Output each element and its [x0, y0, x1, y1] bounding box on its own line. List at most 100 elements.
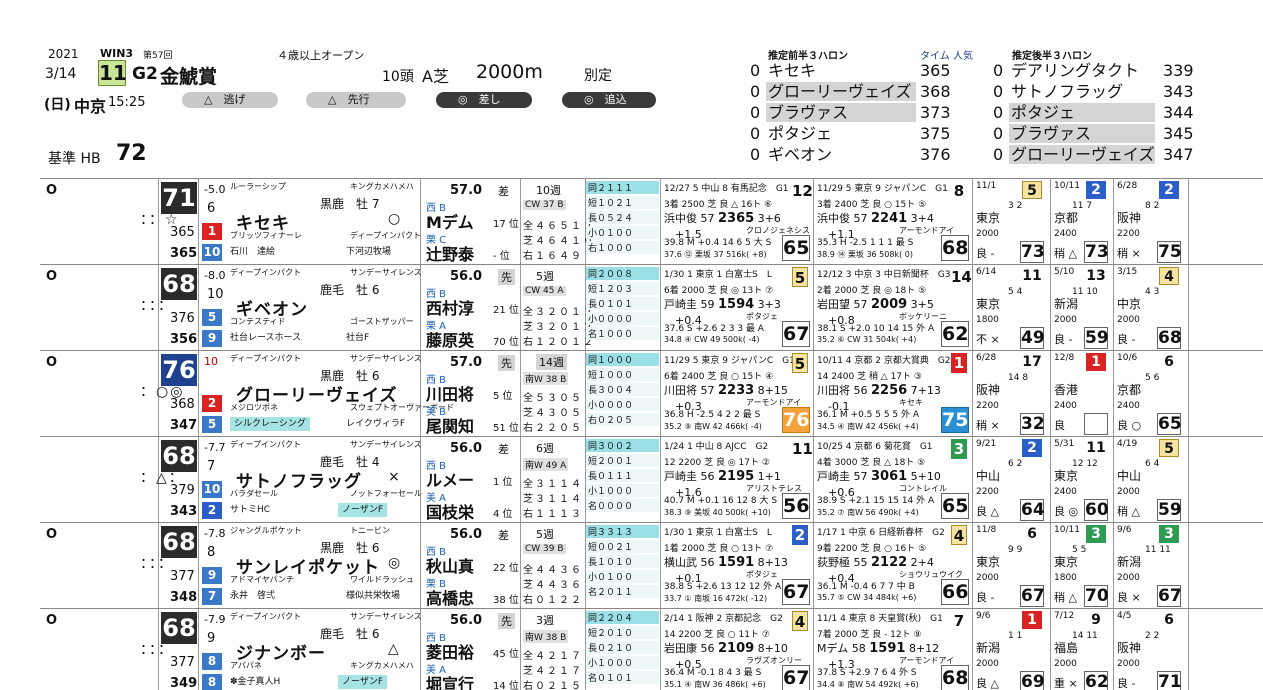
- back-3f-time: 347: [170, 418, 198, 433]
- past-race-pace: 35.3 H -2.5 1 1 1 最 S: [817, 238, 914, 248]
- coat-sex-age: 鹿毛 牡 6: [320, 627, 380, 641]
- workout-course: 南W 49 A: [523, 458, 569, 471]
- column-divider: [972, 351, 973, 437]
- column-divider: [813, 351, 814, 437]
- older-race-going: 良 △: [976, 677, 999, 690]
- older-race-positions: 5 4: [1008, 287, 1023, 297]
- column-divider: [198, 437, 199, 523]
- older-race-finish: 1: [1022, 611, 1042, 629]
- past-race-block: 2/14 1 阪神 2 京都記念 G2 4 14 2200 芝 良 ○ 11ト ⑦岩…: [662, 609, 812, 690]
- sire-name: ディープインパクト: [230, 268, 301, 277]
- older-race-finish: 13: [1086, 268, 1106, 284]
- condition-record-grid: 同２１１１ 短１０２１ 長０５２４ 小０１００ 右１０００: [586, 181, 659, 256]
- past-race-pace: 39.8 M +0.4 14 6 5 大 S: [664, 238, 772, 248]
- pace-front-zero: 0: [750, 145, 761, 164]
- column-divider: [520, 523, 521, 609]
- column-divider: [813, 179, 814, 265]
- horse-row: O ：：☆ 71 -5.0 6 365 365 1 10 ルーラーシップ キングカメハメハ 黒鹿 牡 …: [40, 178, 1263, 265]
- older-race-block: 9/6 3 11 11 新潟 2000 良 × 67: [1115, 523, 1185, 609]
- past-race-pace: 37.8 S +2.9 7 6 4 外 S: [817, 668, 917, 678]
- rating-delta: 10: [204, 355, 218, 368]
- dam-sire-name: ワイルドラッシュ: [350, 575, 414, 584]
- breeder-name: ノーザンF: [338, 675, 387, 689]
- column-divider: [1113, 523, 1114, 609]
- pace-front-time: 373: [920, 103, 951, 122]
- older-race-finish: 2: [1086, 181, 1106, 199]
- dam-sire-name: ノットフォーセール: [350, 489, 422, 498]
- older-race-going: 良 ×: [1117, 591, 1141, 604]
- older-race-going: 不 ×: [976, 333, 1000, 346]
- past-race-figure: 75: [941, 407, 969, 433]
- pace-front-horse-name: キセキ: [768, 61, 817, 80]
- race-header: 2021 3/14 WIN3 第57回 11 G2 金鯱賞 (日) 中京 15:…: [0, 0, 1263, 178]
- post-time: 15:25: [108, 95, 146, 110]
- older-race-block: 10/11 3 5 5 東京 1800 稍 △ 70: [1052, 523, 1112, 609]
- older-race-distance: 2000: [1054, 659, 1077, 669]
- front-3f-time: 377: [170, 569, 195, 584]
- carried-weight: 57.0: [450, 183, 483, 198]
- older-race-date: 7/12: [1054, 611, 1075, 621]
- weeks-since-last: 5週: [536, 528, 554, 541]
- older-race-going: 良 -: [1117, 677, 1136, 690]
- rating-delta: -5.0: [204, 183, 226, 196]
- pace-front-row: 0 キセキ 365: [750, 61, 960, 81]
- condition-record: 長０２１０: [586, 641, 659, 654]
- sire-name: ディープインパクト: [230, 612, 301, 621]
- past-race-finish: 4: [951, 525, 967, 545]
- condition-record-grid: 同２００８ 短１２０３ 長０１０１ 小００００ 名１０００: [586, 267, 659, 342]
- condition-record: 小０１００: [586, 570, 659, 583]
- past-race-workout: 34.8 ④ CW 49 500k( -4): [664, 335, 760, 344]
- column-divider: [420, 179, 421, 265]
- past-race-figure: 67: [782, 321, 810, 347]
- race-name: 金鯱賞: [160, 66, 218, 88]
- older-race-finish: 9: [1091, 612, 1101, 628]
- column-divider: [520, 265, 521, 351]
- pace-front-horse-name: ブラヴァス: [766, 103, 916, 122]
- jockey-name: 秋山真: [426, 557, 475, 576]
- past-race-conditions: 3着 2500 芝 良 △ 16ト ⑥: [664, 200, 773, 210]
- condition-record: 同３００２: [586, 439, 659, 452]
- column-divider: [972, 437, 973, 523]
- horse-row: O ：○◎ 76 10 368 347 2 5 ディープインパクト サンデーサイレンス 黒鹿 牡 6…: [40, 350, 1263, 437]
- older-race-going: 重 ×: [1054, 677, 1078, 690]
- past-race-figure: 65: [941, 493, 969, 519]
- breeder-name: 下河辺牧場: [346, 247, 392, 257]
- jockey-rank: 22 位: [493, 563, 519, 574]
- speed-rating: 68: [161, 612, 197, 644]
- older-race-going: 稍 △: [1054, 591, 1077, 604]
- condition-record: 短１０００: [586, 368, 659, 381]
- owner-name: 社台レースホース: [230, 333, 302, 343]
- pace-pill-sashi: ◎ 差し: [436, 92, 532, 108]
- pace-front-horse-name: グローリーヴェイズ: [766, 82, 916, 101]
- older-race-block: 9/6 1 1 1 新潟 2000 良 △ 69: [974, 609, 1048, 690]
- past-race-conditions: 7着 2000 芝 良 - 12ト ⑨: [817, 630, 922, 640]
- horse-symbol: ◎: [388, 555, 401, 571]
- rating-delta: -8.0: [204, 269, 226, 282]
- past-race-pace: 38.8 S +2.6 13 12 12 外 A: [664, 582, 782, 592]
- condition-record: 同２１１１: [586, 181, 659, 194]
- condition-record: 名２０１１: [586, 585, 659, 598]
- older-race-finish: 3: [1159, 525, 1179, 543]
- past-race-figure: 68: [941, 665, 969, 690]
- race-year: 2021: [48, 47, 79, 61]
- older-race-date: 6/14: [976, 267, 997, 277]
- column-divider: [520, 609, 521, 690]
- older-race-block: 10/11 2 11 7 京都 2400 稍 △ 73: [1052, 179, 1112, 265]
- older-race-positions: 5 6: [1145, 373, 1160, 383]
- race-day: (日): [44, 97, 71, 113]
- prediction-mark: O: [46, 355, 58, 370]
- older-race-venue: 阪神: [1117, 641, 1142, 655]
- prediction-mark: O: [46, 613, 58, 628]
- column-divider: [1050, 265, 1051, 351]
- record-line: 右１２０１２: [523, 337, 595, 348]
- front-3f-rank-badge: 5: [202, 309, 222, 326]
- pace-front-zero: 0: [750, 103, 761, 122]
- dam-name: バラダセール: [230, 489, 278, 498]
- race-venue: 中京: [74, 97, 107, 116]
- back-3f-time: 343: [170, 504, 198, 519]
- running-style: 差: [498, 443, 509, 456]
- speed-rating: 68: [161, 440, 197, 472]
- past-race-block: 10/25 4 京都 6 菊花賞 G1 3 4着 3000 芝 良 △ 18ト ⑤戸…: [815, 437, 971, 523]
- past-race-pace: 38.1 S +2.0 10 14 15 外 A: [817, 324, 935, 334]
- weeks-since-last: 3週: [536, 614, 554, 627]
